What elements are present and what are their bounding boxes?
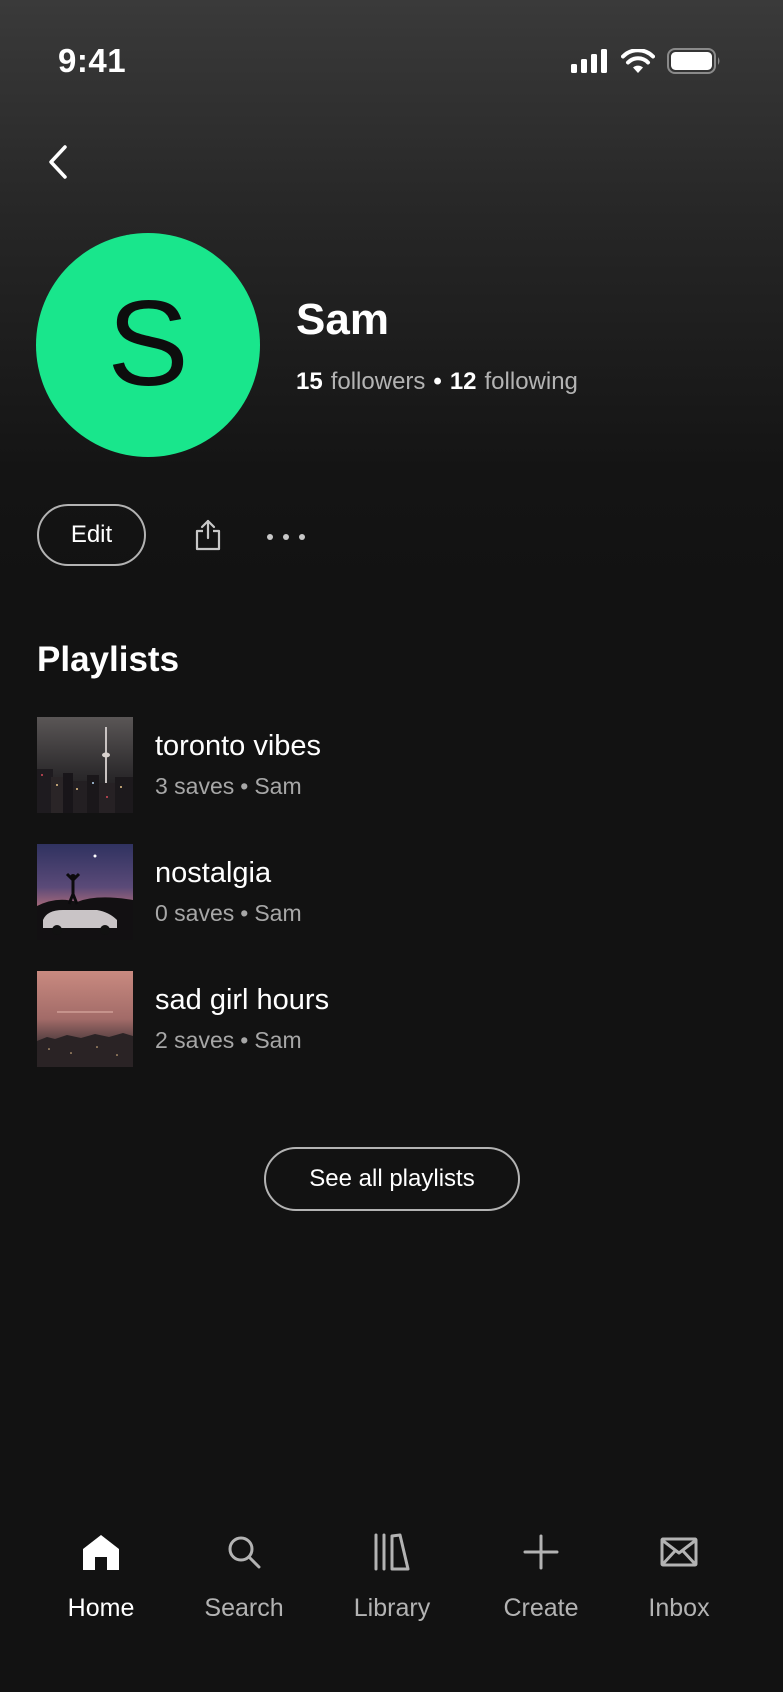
stats-separator: • [433,368,442,395]
avatar[interactable]: S [36,233,260,457]
status-time: 9:41 [58,42,127,79]
playlist-owner: Sam [254,900,302,926]
bottom-nav: Home Search Library Create Inbox [0,1500,783,1692]
wifi-icon [621,47,655,79]
playlist-info: toronto vibes 3 saves • Sam [155,730,321,800]
avatar-initial: S [107,275,189,411]
playlist-info: nostalgia 0 saves • Sam [155,857,302,927]
meta-separator: • [240,900,249,926]
playlist-cover-image [37,717,133,813]
profile-name: Sam [296,295,389,344]
plus-icon [519,1530,563,1574]
playlist-cover-image [37,844,133,940]
share-button[interactable] [188,515,228,559]
playlist-saves: 2 saves [155,1027,235,1053]
status-bar: 9:41 [0,0,783,120]
following-link[interactable]: 12 following [450,368,578,396]
status-icons [571,47,721,79]
see-all-playlists-button[interactable]: See all playlists [264,1147,520,1211]
following-label: following [484,368,578,395]
envelope-icon [657,1530,701,1574]
cellular-signal-icon [571,49,609,78]
profile-stats: 15 followers • 12 following [296,368,578,396]
battery-icon [667,48,721,79]
nav-inbox[interactable]: Inbox [614,1530,744,1623]
home-icon [79,1530,123,1574]
nav-label-home: Home [67,1594,135,1622]
meta-separator: • [240,1027,249,1053]
playlist-item-nostalgia[interactable]: nostalgia 0 saves • Sam [37,844,737,940]
nav-library[interactable]: Library [327,1530,457,1623]
nav-label-inbox: Inbox [648,1594,710,1622]
nav-label-library: Library [353,1594,431,1622]
search-icon [222,1530,266,1574]
nav-create[interactable]: Create [476,1530,606,1623]
playlist-cover-image [37,971,133,1067]
playlist-item-sad-girl-hours[interactable]: sad girl hours 2 saves • Sam [37,971,737,1067]
nav-label-search: Search [204,1594,284,1622]
playlist-meta: 2 saves • Sam [155,1027,329,1054]
playlist-owner: Sam [254,1027,302,1053]
playlist-owner: Sam [254,773,302,799]
following-count: 12 [449,368,477,395]
playlist-saves: 0 saves [155,900,235,926]
playlist-list: toronto vibes 3 saves • Sam nostalgia 0 … [37,717,737,1098]
followers-count: 15 [296,368,323,395]
back-button[interactable] [34,140,82,188]
library-icon [370,1530,414,1574]
chevron-left-icon [46,144,70,185]
playlist-meta: 0 saves • Sam [155,900,302,927]
followers-link[interactable]: 15 followers [296,368,425,396]
playlist-saves: 3 saves [155,773,235,799]
meta-separator: • [240,773,249,799]
nav-label-create: Create [503,1594,579,1622]
playlist-meta: 3 saves • Sam [155,773,321,800]
playlist-title: sad girl hours [155,984,330,1016]
followers-label: followers [330,368,426,395]
nav-home[interactable]: Home [36,1530,166,1623]
more-options-button[interactable] [262,520,310,554]
edit-button[interactable]: Edit [37,504,146,566]
nav-search[interactable]: Search [179,1530,309,1623]
playlist-title: nostalgia [155,857,272,889]
playlist-title: toronto vibes [155,730,322,762]
profile-screen: 9:41 S Sam 15 followers • 12 following E… [0,0,783,1692]
playlists-heading: Playlists [37,640,180,679]
more-icon [266,528,306,546]
playlist-item-toronto-vibes[interactable]: toronto vibes 3 saves • Sam [37,717,737,813]
share-icon [194,519,222,556]
playlist-info: sad girl hours 2 saves • Sam [155,984,329,1054]
